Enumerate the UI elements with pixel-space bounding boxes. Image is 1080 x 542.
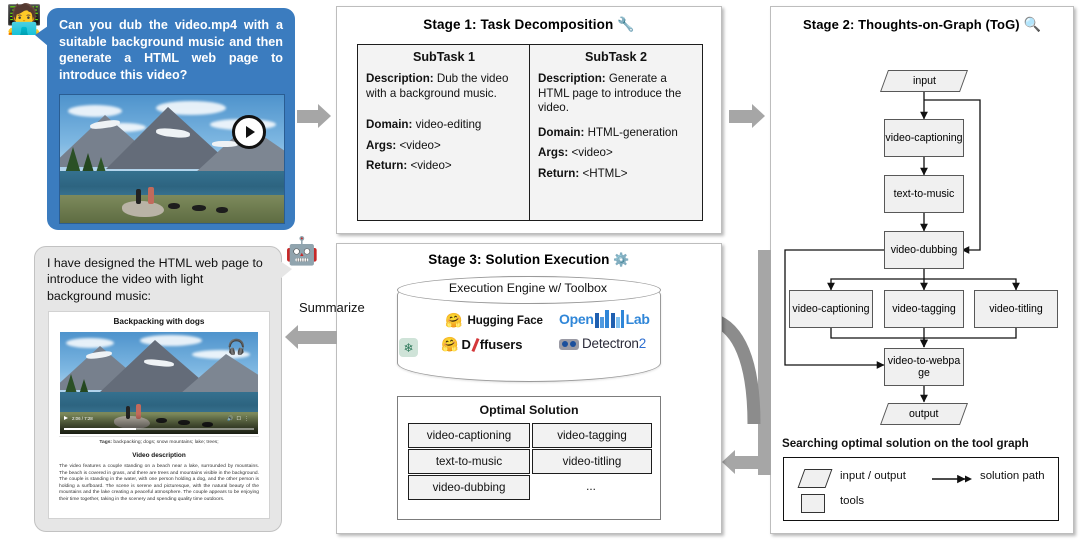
openai-icon: ❄ <box>399 338 418 357</box>
webpage-video-player[interactable]: 🎧 2:06 / 7:28 🔊☐⋮ <box>60 332 258 434</box>
solution-chip-video-titling[interactable]: video-titling <box>532 449 652 474</box>
solution-chip-video-captioning[interactable]: video-captioning <box>408 423 530 448</box>
subtask-1-domain: Domain: video-editing <box>366 118 482 132</box>
summarize-label: Summarize <box>299 300 365 315</box>
bubble-tail <box>35 26 48 46</box>
webpage-description-text: The video features a couple standing on … <box>59 464 259 502</box>
subtask-2-domain: Domain: HTML-generation <box>538 125 678 139</box>
subtask-2-args: Args: <video> <box>538 146 613 160</box>
subtask-1-return: Return: <video> <box>366 159 452 173</box>
stage2-caption: Searching optimal solution on the tool g… <box>782 437 1029 450</box>
hugging-face-logo[interactable]: 🤗 Hugging Face <box>445 312 543 329</box>
user-video-thumbnail[interactable] <box>59 94 285 224</box>
webpage-title: Backpacking with dogs <box>113 317 205 326</box>
graph-node-video-captioning-top[interactable]: video-captioning <box>884 119 964 157</box>
legend-arrow-icon <box>932 474 972 484</box>
arrow-user-to-stage1 <box>297 104 331 128</box>
graph-node-video-tagging[interactable]: video-tagging <box>884 290 964 328</box>
openmmlab-logo[interactable]: Open Lab <box>559 310 650 328</box>
divider <box>59 436 259 437</box>
video-controls-bar[interactable]: 2:06 / 7:28 🔊☐⋮ <box>60 414 258 434</box>
detectron-mask-icon <box>559 338 579 350</box>
stage3-panel: Stage 3: Solution Execution ⚙️ Execution… <box>336 243 722 534</box>
webpage-tags: Tags: backpacking; dogs; snow mountains;… <box>99 440 219 445</box>
assistant-answer-text: I have designed the HTML web page to int… <box>47 256 263 303</box>
solution-chip-video-dubbing[interactable]: video-dubbing <box>408 475 530 500</box>
play-button-icon[interactable] <box>232 115 266 149</box>
subtask-2-title: SubTask 2 <box>584 50 648 64</box>
subtask-2-return: Return: <HTML> <box>538 166 628 180</box>
legend-io-shape-icon <box>797 469 833 488</box>
optimal-solution-card: Optimal Solution video-captioning video-… <box>397 396 661 520</box>
play-icon[interactable] <box>64 416 68 420</box>
graph-node-text-to-music[interactable]: text-to-music <box>884 175 964 213</box>
diffusers-logo[interactable]: 🤗 D ffusers <box>441 336 522 353</box>
assistant-answer-bubble: I have designed the HTML web page to int… <box>34 246 292 532</box>
gear-icon: ⚙️ <box>613 252 630 267</box>
legend-tools-label: tools <box>840 495 865 507</box>
graph-node-video-dubbing[interactable]: video-dubbing <box>884 231 964 269</box>
video-control-icons[interactable]: 🔊☐⋮ <box>227 416 252 422</box>
openai-logo[interactable]: ❄ <box>399 338 418 357</box>
optimal-solution-title: Optimal Solution <box>479 403 579 417</box>
stage1-title: Stage 1: Task Decomposition 🔧 <box>423 16 635 32</box>
graph-node-video-titling[interactable]: video-titling <box>974 290 1058 328</box>
solution-chip-video-tagging[interactable]: video-tagging <box>532 423 652 448</box>
hugging-face-icon: 🤗 <box>441 336 459 352</box>
graph-node-output[interactable]: output <box>879 403 969 425</box>
hugging-face-icon: 🤗 <box>445 312 463 328</box>
user-question-bubble: Can you dub the video.mp4 with a suitabl… <box>35 8 295 230</box>
stage1-panel: Stage 1: Task Decomposition 🔧 SubTask 1 … <box>336 6 722 234</box>
legend-path-label: solution path <box>980 470 1045 482</box>
arrow-stage1-to-stage2 <box>729 104 765 128</box>
openmmlab-mark-icon <box>594 310 624 328</box>
legend-io-label: input / output <box>840 470 906 482</box>
stage3-title: Stage 3: Solution Execution ⚙️ <box>428 252 630 267</box>
subtask-1-args: Args: <video> <box>366 138 441 152</box>
subtask-1-title: SubTask 1 <box>412 50 476 64</box>
subtask-1-card: SubTask 1 Description: Dub the video wit… <box>357 44 531 221</box>
bubble-tail <box>280 261 292 279</box>
graph-node-video-captioning-branch[interactable]: video-captioning <box>789 290 873 328</box>
subtask-2-description: Description: Generate a HTML page to int… <box>538 72 682 115</box>
solution-chip-text-to-music[interactable]: text-to-music <box>408 449 530 474</box>
user-question-text: Can you dub the video.mp4 with a suitabl… <box>59 18 283 82</box>
stage2-panel: Stage 2: Thoughts-on-Graph (ToG) 🔍 input… <box>770 6 1074 534</box>
video-timestamp: 2:06 / 7:28 <box>72 416 93 421</box>
detectron2-logo[interactable]: Detectron2 <box>559 336 646 351</box>
subtask-1-description: Description: Dub the video with a backgr… <box>366 72 509 100</box>
video-progress-bar[interactable] <box>64 428 254 430</box>
subtask-2-card: SubTask 2 Description: Generate a HTML p… <box>529 44 703 221</box>
generated-webpage-preview[interactable]: Backpacking with dogs 🎧 2:06 / 7:28 🔊☐⋮ … <box>48 311 270 519</box>
graph-node-input[interactable]: input <box>879 70 969 92</box>
execution-engine-title: Execution Engine w/ Toolbox <box>448 281 608 295</box>
webpage-description-heading: Video description <box>132 452 186 459</box>
solution-chip-more: ... <box>586 480 596 493</box>
legend-tool-shape-icon <box>801 494 825 513</box>
graph-node-video-to-webpage[interactable]: video-to-webpage <box>884 348 964 386</box>
headphones-icon: 🎧 <box>227 339 246 356</box>
arrow-summarize <box>285 325 337 349</box>
diffusers-slash-icon <box>471 337 480 352</box>
graph-legend: input / output solution path tools <box>783 457 1059 521</box>
wrench-icon: 🔧 <box>617 16 635 32</box>
